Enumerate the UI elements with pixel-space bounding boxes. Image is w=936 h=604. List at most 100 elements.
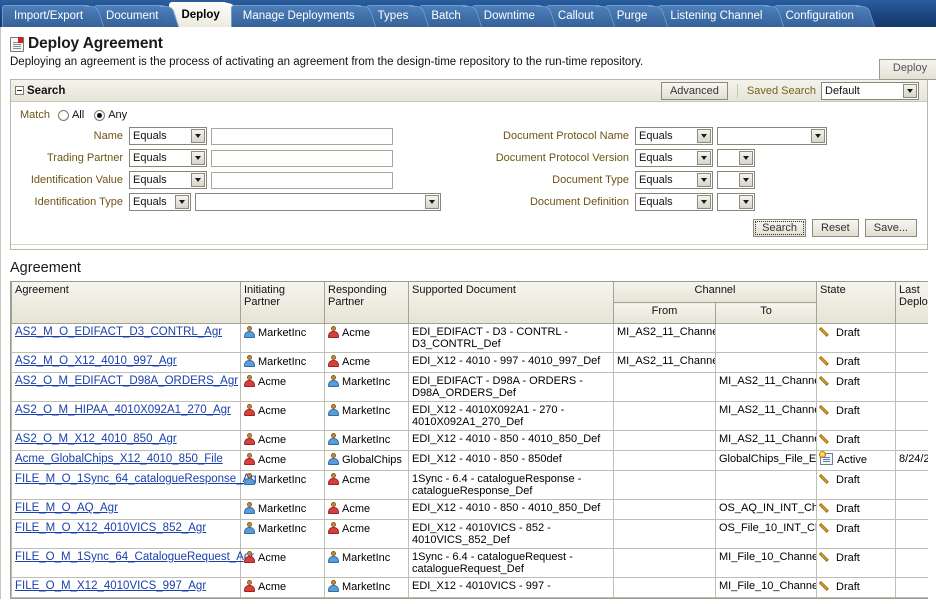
col-state[interactable]: State — [816, 282, 897, 324]
tab-configuration[interactable]: Configuration — [773, 5, 866, 27]
col-last-deployed[interactable]: Last Deployed — [895, 282, 928, 324]
chevron-down-icon[interactable] — [739, 151, 753, 165]
table-row[interactable]: FILE_M_O_AQ_Agr MarketInc Acme EDI_X12 - 40… — [11, 499, 928, 520]
chevron-down-icon[interactable] — [697, 195, 711, 209]
match-any-radio[interactable] — [94, 109, 106, 121]
save-search-button[interactable]: Save... — [864, 219, 917, 237]
cell-channel-to: MI_AS2_11_Channel — [714, 430, 818, 451]
col-initiating-partner[interactable]: Initiating Partner — [240, 282, 325, 324]
table-row[interactable]: AS2_O_M_X12_4010_850_Agr Acme MarketInc EDI… — [11, 430, 928, 451]
agreement-link[interactable]: FILE_O_M_1Sync_64_CatalogueRequest_Agr — [15, 551, 254, 563]
operator-select-identification-type[interactable]: Equals — [129, 193, 191, 211]
table-row[interactable]: FILE_O_M_X12_4010VICS_997_Agr Acme MarketI… — [11, 577, 928, 598]
tab-listening-channel[interactable]: Listening Channel — [658, 5, 775, 27]
cell-agreement[interactable]: AS2_O_M_X12_4010_850_Agr — [11, 430, 241, 451]
table-row[interactable]: FILE_M_O_X12_4010VICS_852_Agr MarketInc Ac… — [11, 519, 928, 549]
value-combo-identification-type[interactable] — [195, 193, 441, 211]
operator-select-trading-partner[interactable]: Equals — [129, 149, 207, 167]
col-agreement[interactable]: Agreement — [11, 282, 241, 324]
match-all-radio[interactable] — [57, 109, 69, 121]
operator-select-name[interactable]: Equals — [129, 127, 207, 145]
agreement-table: Agreement Initiating Partner Responding … — [11, 282, 928, 598]
agreement-link[interactable]: AS2_O_M_X12_4010_850_Agr — [15, 433, 177, 445]
agreement-link[interactable]: FILE_M_O_AQ_Agr — [15, 502, 118, 514]
value-combo-document-type[interactable] — [717, 171, 755, 189]
operator-select-document-type[interactable]: Equals — [635, 171, 713, 189]
cell-agreement[interactable]: FILE_M_O_X12_4010VICS_852_Agr — [11, 519, 241, 549]
value-combo-document-definition[interactable] — [717, 193, 755, 211]
agreement-link[interactable]: FILE_O_M_X12_4010VICS_997_Agr — [15, 580, 206, 592]
chevron-down-icon[interactable] — [739, 195, 753, 209]
agreement-link[interactable]: AS2_M_O_EDIFACT_D3_CONTRL_Agr — [15, 326, 222, 338]
tab-deploy[interactable]: Deploy — [169, 2, 232, 27]
chevron-down-icon[interactable] — [697, 173, 711, 187]
chevron-down-icon[interactable] — [191, 151, 205, 165]
table-row[interactable]: Acme_GlobalChips_X12_4010_850_File Acme Gl… — [11, 450, 928, 471]
operator-select-document-protocol-name[interactable]: Equals — [635, 127, 713, 145]
chevron-down-icon[interactable] — [697, 129, 711, 143]
saved-search-select[interactable]: Default — [821, 81, 919, 100]
cell-agreement[interactable]: FILE_M_O_AQ_Agr — [11, 499, 241, 520]
search-panel-rule — [11, 244, 927, 245]
value-input-name[interactable] — [211, 127, 393, 145]
tab-import-export[interactable]: Import/Export — [2, 5, 96, 27]
cell-agreement[interactable]: AS2_M_O_EDIFACT_D3_CONTRL_Agr — [11, 323, 241, 353]
table-row[interactable]: AS2_M_O_EDIFACT_D3_CONTRL_Agr MarketInc Ac… — [11, 323, 928, 353]
chevron-down-icon[interactable] — [191, 129, 205, 143]
operator-select-identification-value[interactable]: Equals — [129, 171, 207, 189]
chevron-down-icon[interactable] — [903, 83, 917, 98]
cell-agreement[interactable]: FILE_M_O_1Sync_64_catalogueResponse_Ag — [11, 470, 257, 500]
col-channel-from[interactable]: From — [613, 302, 716, 324]
responding-partner-name: Acme — [342, 523, 371, 535]
cell-agreement[interactable]: Acme_GlobalChips_X12_4010_850_File — [11, 450, 241, 471]
agreement-link[interactable]: AS2_O_M_HIPAA_4010X092A1_270_Agr — [15, 404, 231, 416]
reset-button[interactable]: Reset — [812, 219, 859, 237]
chevron-down-icon[interactable] — [697, 151, 711, 165]
tab-document[interactable]: Document — [94, 5, 171, 27]
value-combo-document-protocol-name[interactable] — [717, 127, 827, 145]
chevron-down-icon[interactable] — [191, 173, 205, 187]
cell-agreement[interactable]: AS2_O_M_EDIFACT_D98A_ORDERS_Agr — [11, 372, 241, 402]
advanced-button[interactable]: Advanced — [660, 81, 728, 100]
chevron-down-icon[interactable] — [425, 195, 439, 209]
state-label: Draft — [836, 405, 860, 417]
table-row[interactable]: AS2_O_M_EDIFACT_D98A_ORDERS_Agr Acme Marke… — [11, 372, 928, 402]
cell-initiating-partner: Acme — [240, 372, 325, 402]
chevron-down-icon[interactable] — [175, 195, 189, 209]
value-input-trading-partner[interactable] — [211, 149, 393, 167]
agreement-link[interactable]: Acme_GlobalChips_X12_4010_850_File — [15, 453, 223, 465]
responding-partner-name: GlobalChips — [342, 454, 402, 466]
value-combo-document-protocol-version[interactable] — [717, 149, 755, 167]
agreement-link[interactable]: FILE_M_O_1Sync_64_catalogueResponse_Ag — [15, 473, 257, 485]
chevron-down-icon[interactable] — [811, 129, 825, 143]
table-row[interactable]: AS2_O_M_HIPAA_4010X092A1_270_Agr Acme Mark… — [11, 401, 928, 431]
agreement-link[interactable]: AS2_O_M_EDIFACT_D98A_ORDERS_Agr — [15, 375, 238, 387]
value-input-identification-value[interactable] — [211, 171, 393, 189]
search-button[interactable]: Search — [753, 219, 806, 237]
col-responding-partner[interactable]: Responding Partner — [324, 282, 409, 324]
cell-agreement[interactable]: AS2_M_O_X12_4010_997_Agr — [11, 352, 241, 373]
col-supported-document[interactable]: Supported Document — [408, 282, 614, 324]
table-row[interactable]: FILE_M_O_1Sync_64_catalogueResponse_Ag Ma… — [11, 470, 928, 500]
responding-partner-name: MarketInc — [342, 552, 391, 564]
tab-manage-deployments[interactable]: Manage Deployments — [230, 5, 367, 27]
collapse-toggle-icon[interactable] — [15, 86, 24, 95]
table-row[interactable]: AS2_M_O_X12_4010_997_Agr MarketInc Acme EDI… — [11, 352, 928, 373]
table-row[interactable]: FILE_O_M_1Sync_64_CatalogueRequest_Agr Ac… — [11, 548, 928, 578]
cell-channel-to: OS_File_10_INT_Cha — [714, 519, 818, 549]
cell-agreement[interactable]: FILE_O_M_X12_4010VICS_997_Agr — [11, 577, 241, 598]
state-label: Draft — [836, 581, 860, 593]
operator-select-document-protocol-version[interactable]: Equals — [635, 149, 713, 167]
cell-agreement[interactable]: AS2_O_M_HIPAA_4010X092A1_270_Agr — [11, 401, 241, 431]
deploy-button[interactable]: Deploy — [879, 59, 936, 80]
agreement-link[interactable]: AS2_M_O_X12_4010_997_Agr — [15, 355, 177, 367]
operator-select-document-definition[interactable]: Equals — [635, 193, 713, 211]
agreement-link[interactable]: FILE_M_O_X12_4010VICS_852_Agr — [15, 522, 206, 534]
cell-channel-from: MI_AS2_11_Channel — [613, 352, 716, 373]
cell-agreement[interactable]: FILE_O_M_1Sync_64_CatalogueRequest_Agr — [11, 548, 254, 578]
tab-downtime[interactable]: Downtime — [471, 5, 547, 27]
chevron-down-icon[interactable] — [739, 173, 753, 187]
initiating-partner-name: Acme — [258, 405, 287, 417]
col-channel-to[interactable]: To — [714, 302, 818, 324]
cell-responding-partner: MarketInc — [324, 372, 409, 402]
